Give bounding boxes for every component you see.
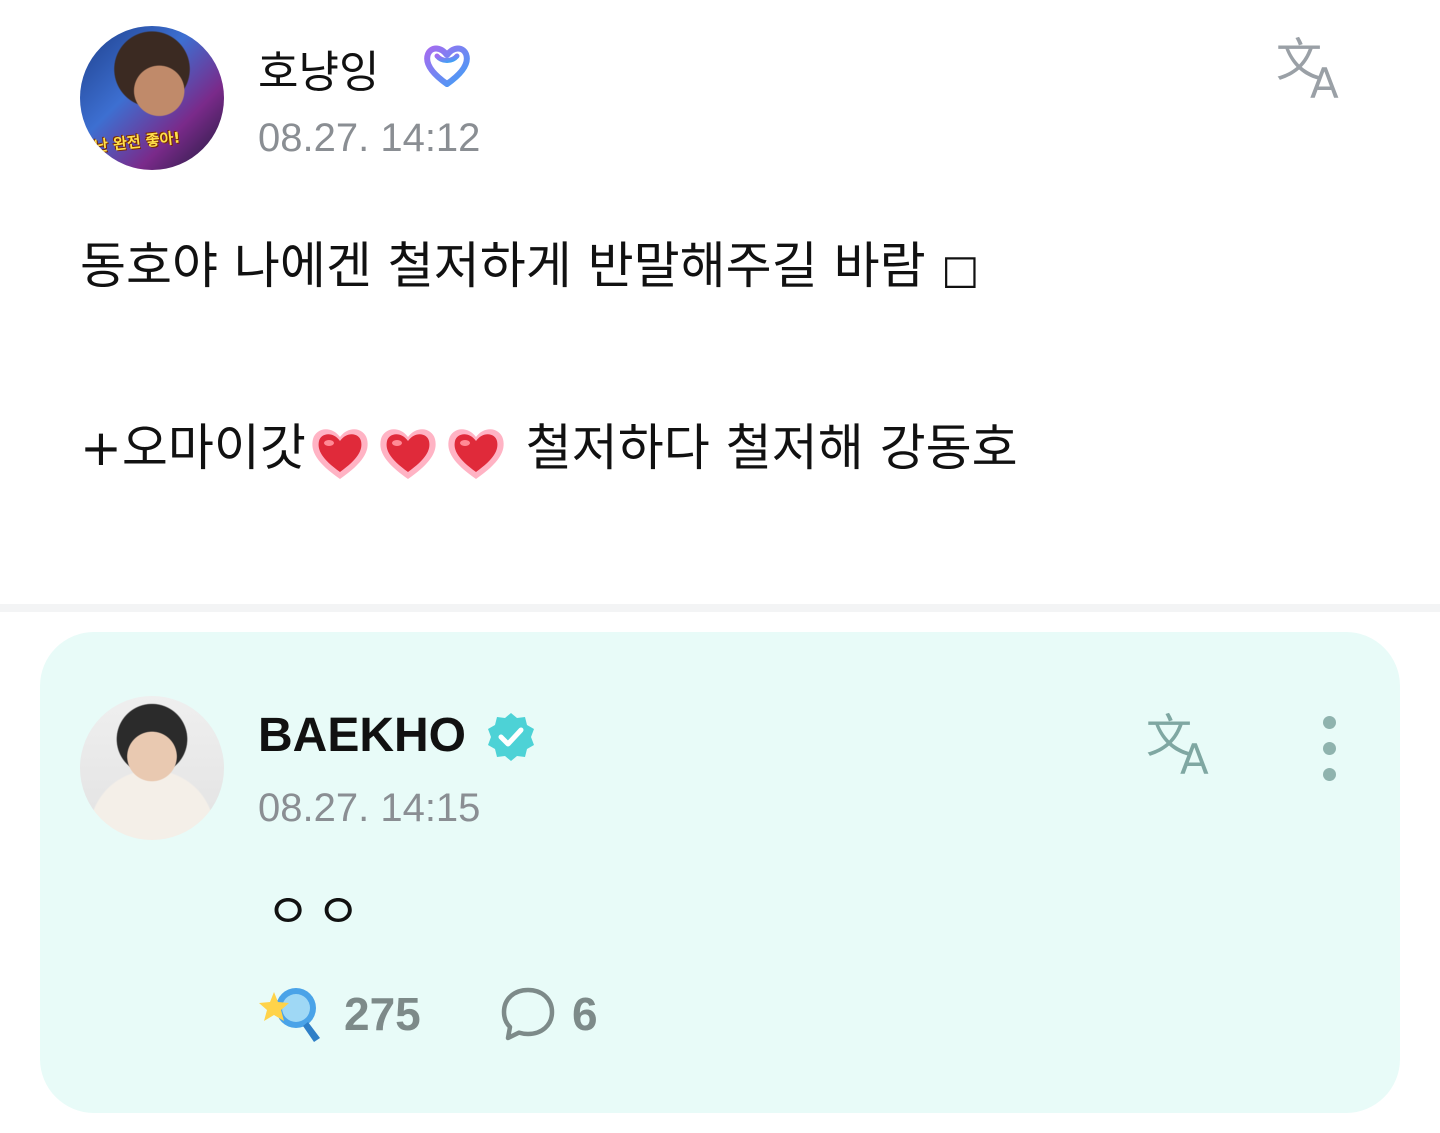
- more-dot: [1323, 768, 1336, 781]
- translate-glyph-a: A: [1180, 735, 1209, 778]
- post-body-suffix: 철저하다 철저해 강동호: [509, 419, 1018, 477]
- reply-timestamp: 08.27. 14:15: [258, 786, 481, 830]
- heart-emoji-icon: [380, 429, 436, 480]
- post-body-line-1: 동호야 나에겐 철저하게 반말해주길 바람 □: [80, 226, 979, 298]
- more-options-icon[interactable]: [1308, 716, 1352, 782]
- more-dot: [1323, 716, 1336, 729]
- comment-count: 6: [572, 988, 598, 1040]
- fan-avatar[interactable]: 난 완전 좋아!: [80, 26, 224, 170]
- translate-glyph-a: A: [1310, 59, 1339, 102]
- heart-emoji-icon: [448, 429, 504, 480]
- fan-heart-badge-icon: [424, 45, 470, 87]
- more-dot: [1323, 742, 1336, 755]
- heart-emoji-icon: [312, 429, 368, 480]
- fan-author-name[interactable]: 호냥잉: [258, 36, 379, 100]
- artist-reply-card: BAEKHO 08.27. 14:15 文 A ㅇㅇ 275 6: [40, 632, 1400, 1113]
- like-button[interactable]: 275: [258, 982, 421, 1046]
- translate-icon[interactable]: 文 A: [1144, 708, 1232, 778]
- artist-avatar[interactable]: [80, 696, 224, 840]
- comment-bubble-icon: [501, 987, 555, 1041]
- post-body-prefix: +오마이갓: [80, 419, 306, 477]
- verified-badge-icon: [488, 713, 534, 761]
- comment-button[interactable]: 6: [498, 982, 598, 1046]
- fan-post: 난 완전 좋아! 호냥잉 08.27. 14:12 文 A 동호야 나에겐 철저…: [0, 0, 1440, 604]
- avatar-caption: 난 완전 좋아!: [93, 128, 182, 156]
- post-body-text: 동호야 나에겐 철저하게 반말해주길 바람: [80, 237, 942, 295]
- post-body-line-2: +오마이갓 철저하다 철저해 강동호: [80, 408, 1018, 483]
- reply-text: ㅇㅇ: [266, 884, 367, 940]
- artist-author-name[interactable]: BAEKHO: [258, 708, 466, 763]
- hearts-emoji-group: [306, 420, 510, 484]
- post-timestamp: 08.27. 14:12: [258, 116, 481, 160]
- lightstick-like-icon: [259, 988, 320, 1042]
- section-divider: [0, 604, 1440, 612]
- missing-emoji-glyph: □: [941, 247, 980, 293]
- like-count: 275: [344, 988, 421, 1040]
- translate-icon[interactable]: 文 A: [1274, 32, 1362, 102]
